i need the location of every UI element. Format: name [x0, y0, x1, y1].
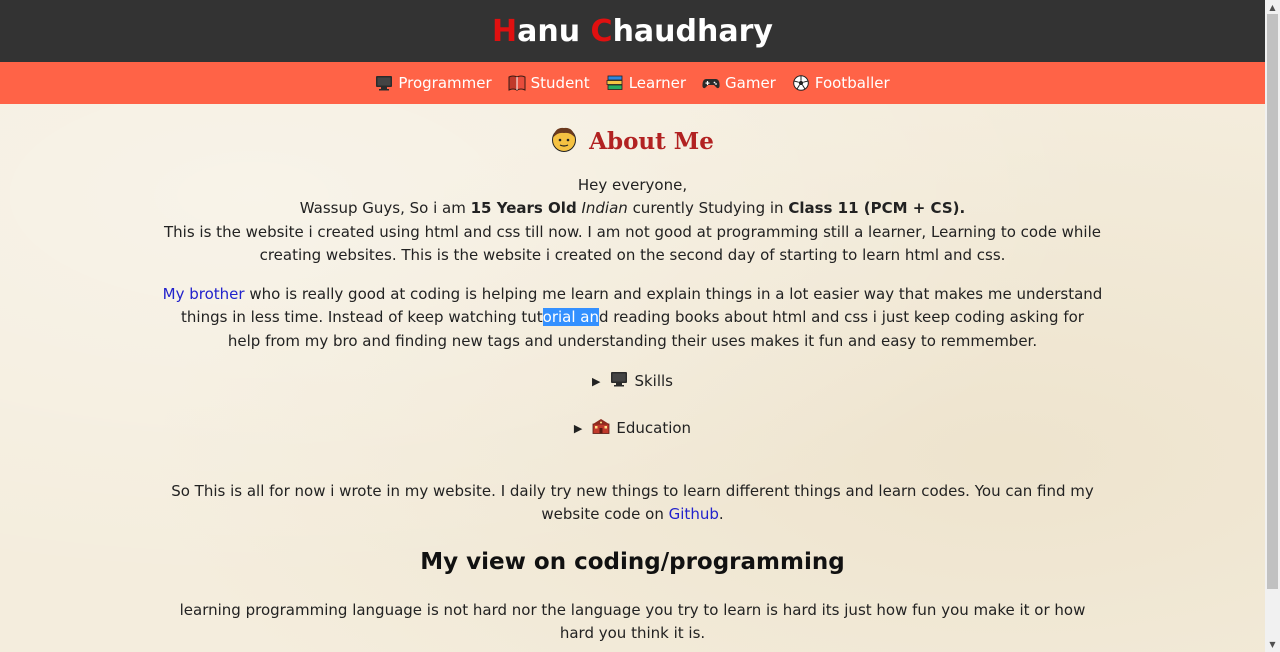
coding-view-paragraph: learning programming language is not har… [179, 600, 1086, 642]
monitor-icon [610, 371, 628, 391]
brother-link[interactable]: My brother [163, 285, 245, 303]
gamepad-icon [702, 75, 720, 91]
title-initial-last: C [590, 13, 613, 49]
nav-label: Footballer [814, 74, 890, 92]
vertical-scrollbar[interactable]: ▲ ▼ [1265, 0, 1280, 652]
soccer-ball-icon [792, 75, 810, 91]
nav-item-gamer[interactable]: Gamer [702, 74, 776, 92]
website-description-text: This is the website i created using html… [164, 222, 1101, 264]
nav-label: Learner [628, 74, 687, 92]
closing-period: . [718, 505, 724, 524]
nav-bar: Programmer Student Learner Gamer Footbal… [0, 62, 1265, 104]
greeting-text: Hey everyone, [577, 176, 688, 194]
class-text: Class 11 (PCM + CS). [788, 199, 966, 218]
studying-text: curently Studying in [627, 199, 789, 218]
disclosure-triangle-icon: ▶ [573, 421, 583, 435]
intro-paragraph: Hey everyone, Wassup Guys, So i am 15 Ye… [163, 174, 1103, 267]
about-heading: About Me [163, 124, 1103, 158]
monitor-icon [375, 75, 393, 91]
book-icon [508, 75, 526, 91]
scroll-down-arrow-icon[interactable]: ▼ [1265, 637, 1280, 652]
school-icon [592, 418, 610, 438]
page: Hanu Chaudhary Programmer Student Learne… [0, 0, 1265, 652]
nav-item-learner[interactable]: Learner [606, 74, 686, 92]
site-title: Hanu Chaudhary [492, 14, 773, 49]
skills-details-summary[interactable]: ▶ Skills [163, 369, 1103, 393]
books-stack-icon [606, 75, 624, 91]
github-link[interactable]: Github [669, 505, 719, 523]
skills-label: Skills [634, 372, 673, 391]
nav-label: Programmer [398, 74, 492, 92]
nav-label: Student [530, 74, 590, 92]
boy-face-icon [551, 125, 577, 157]
age-text: 15 Years Old [470, 199, 577, 218]
education-details-summary[interactable]: ▶ Education [163, 416, 1103, 440]
education-label: Education [616, 419, 692, 438]
nationality-text: Indian [581, 199, 628, 218]
title-last-rest: haudhary [612, 13, 773, 49]
disclosure-triangle-icon: ▶ [592, 374, 601, 388]
scroll-up-arrow-icon[interactable]: ▲ [1265, 0, 1280, 15]
selected-text: orial an [542, 308, 599, 327]
site-header: Hanu Chaudhary [0, 0, 1265, 62]
title-first-rest: anu [517, 13, 591, 49]
coding-view-heading: My view on coding/programming [420, 548, 845, 575]
nav-item-footballer[interactable]: Footballer [792, 74, 890, 92]
title-initial-first: H [492, 13, 518, 49]
closing-text: So This is all for now i wrote in my web… [171, 482, 1094, 524]
intro-text: Wassup Guys, So i am [299, 199, 471, 218]
nav-label: Gamer [725, 74, 776, 92]
main-content: About Me Hey everyone, Wassup Guys, So i… [163, 124, 1103, 645]
brother-paragraph: My brother who is really good at coding … [163, 283, 1103, 353]
nav-item-student[interactable]: Student [508, 74, 590, 92]
closing-paragraph: So This is all for now i wrote in my web… [163, 480, 1103, 527]
nav-item-programmer[interactable]: Programmer [375, 74, 492, 92]
scroll-thumb[interactable] [1267, 14, 1278, 589]
about-heading-label: About Me [589, 127, 714, 155]
